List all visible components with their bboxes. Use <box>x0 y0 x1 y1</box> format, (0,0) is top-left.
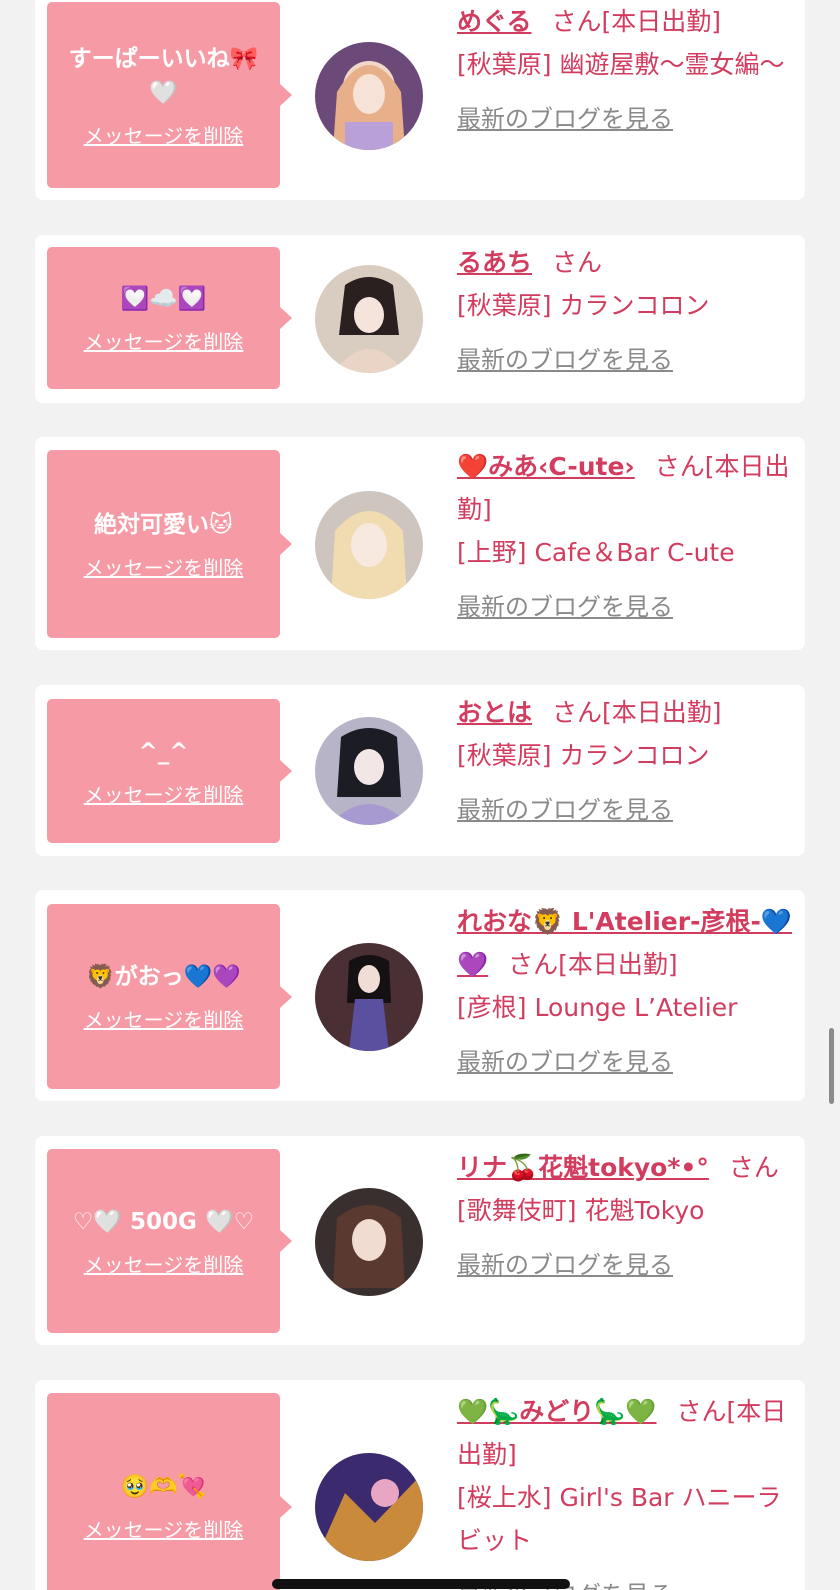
area-shop: [彦根] Lounge L’Atelier <box>457 993 738 1022</box>
honorific: さん <box>552 248 603 277</box>
girl-info: ❤️みあ‹C-ute› さん[本日出勤] [上野] Cafe＆Bar C-ute … <box>457 445 797 629</box>
status-text: [本日出勤] <box>602 698 722 727</box>
message-bubble: 絶対可愛い🐱 メッセージを削除 <box>47 450 292 638</box>
girl-name-link[interactable]: るあち <box>457 248 532 277</box>
scrollbar[interactable] <box>829 1028 834 1104</box>
girl-info: 💚🦕みどり🦕💚 さん[本日出勤] [桜上水] Girl's Bar ハニーラビット… <box>457 1390 797 1590</box>
girl-card: ^_^ メッセージを削除 おとは さん[本日出勤] [秋葉原] カランコロン 最新… <box>35 685 805 856</box>
girl-card: すーぱーいいね🎀🤍 メッセージを削除 めぐる さん[本日出勤] [秋葉原] 幽遊屋… <box>35 0 805 200</box>
area-shop: [桜上水] Girl's Bar ハニーラビット <box>457 1483 782 1555</box>
girl-card: 💟☁️💟 メッセージを削除 るあち さん [秋葉原] カランコロン 最新のブログを… <box>35 235 805 403</box>
girl-name-link[interactable]: めぐる <box>457 7 532 36</box>
girl-card: ♡🤍 500G 🤍♡ メッセージを削除 リナ🍒花魁tokyo*•° さん [歌舞伎… <box>35 1136 805 1345</box>
girl-info: れおな🦁 L'Atelier-彦根-💙💜 さん[本日出勤] [彦根] Lounge… <box>457 900 797 1084</box>
message-text: すーぱーいいね🎀🤍 <box>68 45 259 106</box>
area-shop: [上野] Cafe＆Bar C-ute <box>457 538 735 567</box>
message-text: ^_^ <box>138 738 189 765</box>
latest-blog-link[interactable]: 最新のブログを見る <box>457 586 673 629</box>
message-bubble: ^_^ メッセージを削除 <box>47 699 292 843</box>
avatar[interactable] <box>315 42 423 150</box>
delete-message-link[interactable]: メッセージを削除 <box>84 1004 244 1033</box>
status-text: [本日出勤] <box>558 950 678 979</box>
girl-card: 絶対可愛い🐱 メッセージを削除 ❤️みあ‹C-ute› さん[本日出勤] [上野]… <box>35 437 805 650</box>
girl-info: おとは さん[本日出勤] [秋葉原] カランコロン 最新のブログを見る <box>457 691 797 832</box>
message-bubble: ♡🤍 500G 🤍♡ メッセージを削除 <box>47 1149 292 1333</box>
honorific: さん <box>728 1153 779 1182</box>
girl-card: 🥹🫶💘 メッセージを削除 💚🦕みどり🦕💚 さん[本日出勤] [桜上水] Girl'… <box>35 1380 805 1590</box>
message-bubble: 🦁がおっ💙💜 メッセージを削除 <box>47 904 292 1089</box>
girl-info: るあち さん [秋葉原] カランコロン 最新のブログを見る <box>457 241 797 382</box>
avatar[interactable] <box>315 943 423 1051</box>
girl-card: 🦁がおっ💙💜 メッセージを削除 れおな🦁 L'Atelier-彦根-💙💜 さん[本… <box>35 890 805 1101</box>
avatar[interactable] <box>315 1453 423 1561</box>
girl-info: リナ🍒花魁tokyo*•° さん [歌舞伎町] 花魁Tokyo 最新のブログを見る <box>457 1146 797 1287</box>
avatar[interactable] <box>315 1188 423 1296</box>
latest-blog-link[interactable]: 最新のブログを見る <box>457 98 673 141</box>
message-text: 絶対可愛い🐱 <box>94 511 233 538</box>
avatar[interactable] <box>315 265 423 373</box>
girl-info: めぐる さん[本日出勤] [秋葉原] 幽遊屋敷〜霊女編〜 最新のブログを見る <box>457 0 797 141</box>
status-text: [本日出勤] <box>601 7 722 36</box>
honorific: さん <box>552 698 603 727</box>
honorific: さん <box>676 1397 727 1426</box>
delete-message-link[interactable]: メッセージを削除 <box>84 552 244 581</box>
delete-message-link[interactable]: メッセージを削除 <box>84 120 244 149</box>
delete-message-link[interactable]: メッセージを削除 <box>84 1514 244 1543</box>
latest-blog-link[interactable]: 最新のブログを見る <box>457 1244 673 1287</box>
girl-name-link[interactable]: ❤️みあ‹C-ute› <box>457 452 635 481</box>
message-text: ♡🤍 500G 🤍♡ <box>72 1208 255 1235</box>
message-bubble: すーぱーいいね🎀🤍 メッセージを削除 <box>47 2 292 188</box>
girl-name-link[interactable]: おとは <box>457 698 532 727</box>
latest-blog-link[interactable]: 最新のブログを見る <box>457 1041 673 1084</box>
message-text: 💟☁️💟 <box>120 285 207 312</box>
delete-message-link[interactable]: メッセージを削除 <box>84 326 244 355</box>
girl-name-link[interactable]: 💚🦕みどり🦕💚 <box>457 1397 657 1426</box>
avatar[interactable] <box>315 717 423 825</box>
girl-name-link[interactable]: リナ🍒花魁tokyo*•° <box>457 1153 709 1182</box>
message-bubble: 💟☁️💟 メッセージを削除 <box>47 247 292 389</box>
honorific: さん <box>508 950 559 979</box>
area-shop: [秋葉原] カランコロン <box>457 741 710 770</box>
home-indicator <box>272 1579 570 1589</box>
honorific: さん <box>654 452 705 481</box>
avatar[interactable] <box>315 491 423 599</box>
message-text: 🥹🫶💘 <box>120 1474 207 1500</box>
message-text: 🦁がおっ💙💜 <box>86 964 241 990</box>
area-shop: [秋葉原] 幽遊屋敷〜霊女編〜 <box>457 50 785 79</box>
area-shop: [秋葉原] カランコロン <box>457 291 710 320</box>
delete-message-link[interactable]: メッセージを削除 <box>84 779 244 808</box>
latest-blog-link[interactable]: 最新のブログを見る <box>457 339 673 382</box>
honorific: さん <box>551 7 602 36</box>
area-shop: [歌舞伎町] 花魁Tokyo <box>457 1196 705 1225</box>
delete-message-link[interactable]: メッセージを削除 <box>84 1249 244 1278</box>
latest-blog-link[interactable]: 最新のブログを見る <box>457 789 673 832</box>
message-bubble: 🥹🫶💘 メッセージを削除 <box>47 1393 292 1590</box>
